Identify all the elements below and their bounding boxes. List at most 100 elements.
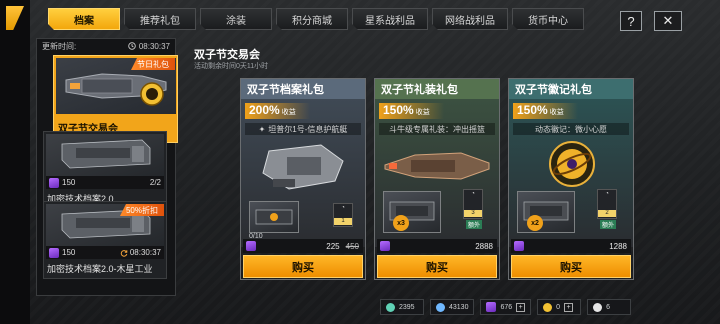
tab-points-mall[interactable]: 积分商城 bbox=[276, 8, 348, 30]
quantity-value: 3 bbox=[464, 210, 482, 217]
close-button[interactable]: ✕ bbox=[654, 11, 682, 31]
update-time-value: 08:30:37 bbox=[138, 41, 170, 51]
chip-icon: ◔ bbox=[471, 191, 475, 197]
top-bar: 档案 推荐礼包 涂装 积分商城 星系战利品 网络战利品 货币中心 ? ✕ bbox=[36, 6, 720, 31]
chip-icon bbox=[593, 302, 603, 312]
multiplier-badge: x2 bbox=[527, 215, 543, 231]
gold-icon bbox=[543, 302, 553, 312]
tab-paints[interactable]: 涂装 bbox=[200, 8, 272, 30]
clock-icon bbox=[128, 42, 136, 50]
item-thumbnail[interactable] bbox=[383, 191, 441, 233]
currency-crystal: 676 + bbox=[480, 299, 532, 315]
currency-credits: 2395 bbox=[380, 299, 424, 315]
thumbnail-icon bbox=[389, 201, 435, 221]
pack-description: ✦ 坦普尔1号-信息护航艇 bbox=[245, 123, 361, 135]
buy-button[interactable]: 购买 bbox=[377, 255, 497, 278]
star-icon: ✦ bbox=[258, 124, 266, 134]
pack-description-text: 斗牛级专属礼装：冲出摇篮 bbox=[389, 124, 485, 134]
extra-tag: 额外 bbox=[600, 220, 617, 229]
buy-button[interactable]: 购买 bbox=[243, 255, 363, 278]
price: 225 bbox=[326, 241, 340, 251]
multiplier-badge: x3 bbox=[393, 215, 409, 231]
timer-value: 08:30:37 bbox=[129, 248, 161, 257]
currency-chip: 6 bbox=[587, 299, 632, 315]
currency-energy: 43130 bbox=[430, 299, 475, 315]
yield-value: 150% bbox=[517, 103, 548, 117]
quantity-value: 1 bbox=[334, 218, 352, 225]
cost: 150 bbox=[49, 247, 76, 258]
cost-value: 150 bbox=[62, 178, 76, 187]
item-thumbnail[interactable] bbox=[517, 191, 575, 233]
yield-suffix: 收益 bbox=[415, 109, 430, 116]
yield-value: 150% bbox=[383, 103, 414, 117]
pack-description-text: 坦普尔1号-信息护航艇 bbox=[268, 124, 348, 134]
card-image bbox=[46, 134, 164, 176]
tab-bar: 档案 推荐礼包 涂装 积分商城 星系战利品 网络战利品 货币中心 bbox=[48, 8, 584, 30]
pack-title: 双子节礼装礼包 bbox=[375, 79, 499, 99]
tab-network-loot[interactable]: 网络战利品 bbox=[432, 8, 508, 30]
card-encrypted-archive-jupiter[interactable]: 50%折扣 150 08:30:37 加密技术档案2.0-木星工业 bbox=[43, 201, 167, 279]
gear-coin-icon bbox=[386, 302, 395, 312]
item-thumbnail[interactable] bbox=[249, 201, 299, 233]
card-encrypted-archive[interactable]: 150 2/2 加密技术档案2.0 bbox=[43, 131, 167, 209]
thumbnail-icon bbox=[255, 209, 293, 225]
side-tab-marker[interactable] bbox=[6, 6, 24, 30]
tab-currency-center[interactable]: 货币中心 bbox=[512, 8, 584, 30]
crystal-icon bbox=[246, 241, 256, 251]
crystal-icon bbox=[514, 241, 524, 251]
currency-value: 0 bbox=[556, 303, 561, 311]
cost-value: 150 bbox=[62, 248, 76, 257]
chip-icon: ◔ bbox=[605, 191, 609, 197]
pack-title: 双子节档案礼包 bbox=[241, 79, 365, 99]
yield-badge: 150% 收益 bbox=[513, 103, 578, 119]
price: 2888 bbox=[475, 241, 493, 251]
ship-icon bbox=[262, 144, 344, 190]
extra-tag: 额外 bbox=[466, 220, 483, 229]
page-subtitle: 活动剩余时间0天11小时 bbox=[194, 63, 269, 70]
quantity-badge: ◔ 1 bbox=[333, 203, 353, 227]
quantity-badge: ◔ 2 bbox=[597, 189, 617, 219]
swirl-icon bbox=[436, 302, 445, 312]
archive-box-icon bbox=[61, 139, 151, 169]
cost: 150 bbox=[49, 177, 76, 188]
pack-title: 双子节徽记礼包 bbox=[509, 79, 633, 99]
thumbnail-icon bbox=[523, 201, 569, 221]
buy-button[interactable]: 购买 bbox=[511, 255, 631, 278]
tab-archive[interactable]: 档案 bbox=[48, 8, 120, 30]
crystal-icon bbox=[49, 247, 59, 258]
card-gemini-fair[interactable]: 节日礼包 双子节交易会 bbox=[53, 55, 178, 143]
page-title: 双子节交易会 bbox=[194, 49, 260, 61]
discount-ribbon: 50%折扣 bbox=[119, 204, 164, 216]
update-time: 08:30:37 bbox=[128, 42, 170, 51]
tab-galaxy-loot[interactable]: 星系战利品 bbox=[352, 8, 428, 30]
help-button[interactable]: ? bbox=[620, 11, 642, 31]
cost-row: 150 08:30:37 bbox=[46, 246, 164, 259]
price: 1288 bbox=[609, 241, 627, 251]
price-row: 1288 bbox=[511, 239, 631, 253]
crystal-icon bbox=[380, 241, 390, 251]
update-header: 更新时间: 08:30:37 bbox=[37, 39, 175, 53]
add-gold-icon[interactable]: + bbox=[564, 302, 574, 312]
currency-value: 6 bbox=[606, 303, 611, 311]
old-price: 450 bbox=[345, 241, 359, 251]
add-crystal-icon[interactable]: + bbox=[516, 302, 526, 312]
yield-badge: 150% 收益 bbox=[379, 103, 444, 119]
tab-recommended-packs[interactable]: 推荐礼包 bbox=[124, 8, 196, 30]
crystal-icon bbox=[49, 177, 59, 188]
yield-badge: 200% 收益 bbox=[245, 103, 310, 119]
festival-ribbon: 节日礼包 bbox=[131, 58, 175, 70]
card-label: 加密技术档案2.0-木星工业 bbox=[47, 264, 153, 274]
app-root: 档案 推荐礼包 涂装 积分商城 星系战利品 网络战利品 货币中心 ? ✕ 更新时… bbox=[0, 0, 720, 324]
chip-icon: ◔ bbox=[341, 205, 345, 211]
side-strip bbox=[0, 0, 30, 324]
emblem-icon bbox=[549, 141, 595, 187]
refresh-icon bbox=[120, 249, 128, 257]
pack-archive: 双子节档案礼包 200% 收益 ✦ 坦普尔1号-信息护航艇 0/10 ◔ 1 225 … bbox=[240, 78, 366, 280]
timer: 08:30:37 bbox=[120, 248, 161, 257]
price-row: 2888 bbox=[377, 239, 497, 253]
yield-suffix: 收益 bbox=[549, 109, 564, 116]
pack-description: 斗牛级专属礼装：冲出摇篮 bbox=[379, 123, 495, 135]
ship-icon bbox=[384, 152, 490, 180]
pack-description-text: 动态徽记：微小心愿 bbox=[535, 124, 607, 134]
update-label: 更新时间: bbox=[42, 41, 77, 51]
